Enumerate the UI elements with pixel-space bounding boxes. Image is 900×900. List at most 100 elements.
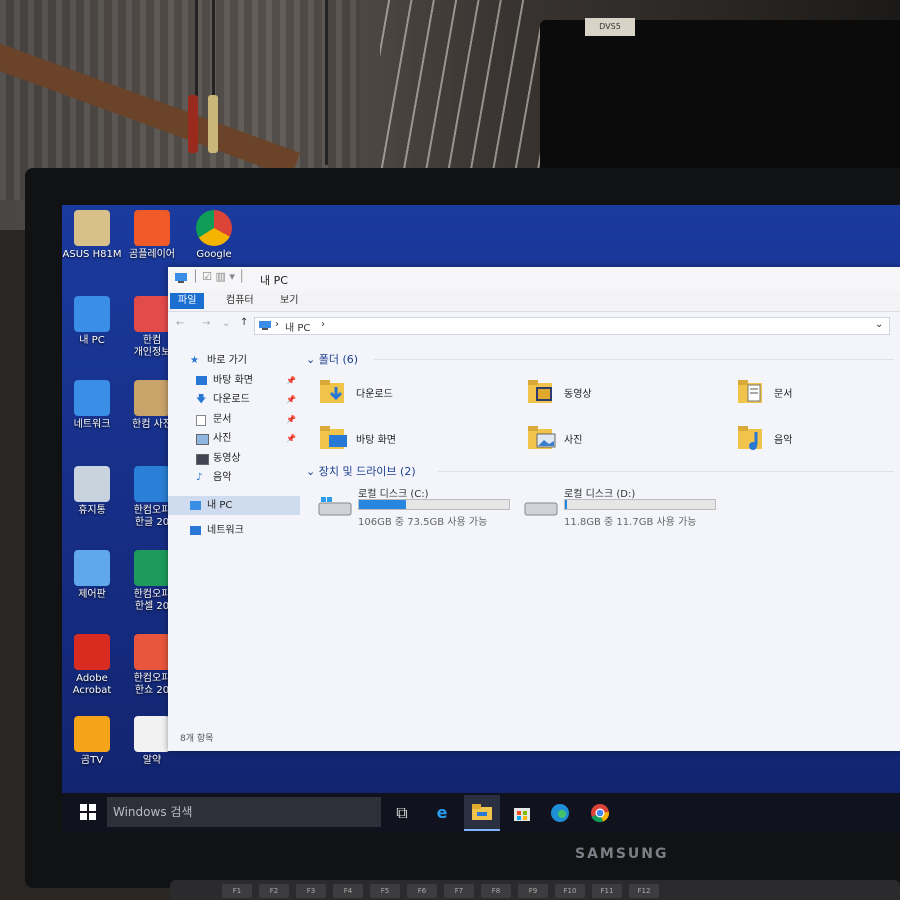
hancom-hangul-icon bbox=[134, 466, 170, 502]
cable bbox=[195, 0, 198, 100]
chevron-right-icon: › bbox=[321, 319, 325, 330]
divider bbox=[374, 359, 894, 360]
desktop-shortcut[interactable]: 네트워크 bbox=[62, 380, 122, 431]
keyboard-key: F1 bbox=[222, 884, 252, 898]
drive-name: 로컬 디스크 (D:) bbox=[564, 489, 636, 500]
computer-icon bbox=[175, 273, 187, 283]
keyboard-key: F6 bbox=[407, 884, 437, 898]
window-title: 내 PC bbox=[260, 274, 288, 287]
chevron-down-icon[interactable]: ⌄ bbox=[222, 318, 230, 329]
recycle-bin-icon bbox=[74, 466, 110, 502]
chrome-icon[interactable] bbox=[586, 799, 614, 827]
desktop-shortcut[interactable]: ASUS H81M bbox=[62, 210, 122, 261]
taskbar-search-box[interactable]: Windows 검색 bbox=[107, 797, 381, 827]
store-icon[interactable] bbox=[508, 799, 536, 827]
folder-item[interactable]: 동영상 bbox=[526, 373, 716, 413]
back-icon[interactable]: ← bbox=[176, 318, 184, 329]
folder-name: 바탕 화면 bbox=[356, 435, 396, 446]
nav-desktop[interactable]: 바탕 화면 📌 bbox=[168, 371, 300, 391]
nav-label: 다운로드 bbox=[213, 394, 250, 405]
folder-item[interactable]: 바탕 화면 bbox=[318, 419, 508, 459]
computer-icon bbox=[259, 321, 271, 330]
up-icon[interactable]: ↑ bbox=[240, 317, 248, 328]
nav-quick-access[interactable]: ★ 바로 가기 bbox=[168, 351, 300, 371]
nav-label: 바로 가기 bbox=[207, 355, 247, 366]
address-text: 내 PC bbox=[285, 323, 311, 334]
folder-item[interactable]: 문서 bbox=[736, 373, 900, 413]
hard-drive-icon bbox=[318, 497, 352, 516]
address-bar[interactable]: › 내 PC › ⌄ bbox=[254, 317, 890, 335]
network-icon bbox=[74, 380, 110, 416]
nav-videos[interactable]: 동영상 bbox=[168, 449, 300, 469]
download-icon: 🡇 bbox=[196, 394, 207, 405]
folder-item[interactable]: 음악 bbox=[736, 419, 900, 459]
folders-header[interactable]: ⌄ 폴더 (6) bbox=[306, 351, 358, 367]
file-explorer-taskbar-icon[interactable] bbox=[464, 795, 500, 831]
folder-item[interactable]: 다운로드 bbox=[318, 373, 508, 413]
cable bbox=[212, 0, 215, 100]
windows-start-icon[interactable] bbox=[80, 804, 96, 820]
desktop-shortcut[interactable]: 제어판 bbox=[62, 550, 122, 601]
videos-folder-icon bbox=[528, 380, 552, 403]
desktop-shortcut[interactable]: Google bbox=[184, 210, 244, 261]
computer-icon bbox=[190, 500, 201, 510]
task-view-icon[interactable]: ⧉ bbox=[388, 799, 416, 827]
asus-icon bbox=[74, 210, 110, 246]
ribbon-tabs: 파일 컴퓨터 보기 bbox=[168, 291, 900, 312]
drive-usage-fill bbox=[565, 500, 567, 509]
edge-icon[interactable] bbox=[546, 799, 574, 827]
nav-label: 음악 bbox=[213, 472, 232, 483]
pictures-folder-icon bbox=[528, 426, 556, 449]
hancom-hancell-icon bbox=[134, 550, 170, 586]
monitor-brand: SAMSUNG bbox=[575, 846, 669, 862]
nav-documents[interactable]: 문서 📌 bbox=[168, 410, 300, 430]
hancom-hanshow-icon bbox=[134, 634, 170, 670]
drive-usage-bar bbox=[564, 499, 716, 510]
second-monitor bbox=[540, 20, 900, 170]
pin-icon: 📌 bbox=[286, 375, 296, 385]
pin-icon: 📌 bbox=[286, 395, 296, 404]
desktop-shortcut[interactable]: 내 PC bbox=[62, 296, 122, 347]
nav-downloads[interactable]: 🡇 다운로드 📌 bbox=[168, 390, 300, 410]
navigation-pane: ★ 바로 가기 바탕 화면 📌 🡇 다운로드 📌 문서 📌 사진 📌 동영상 ♪ 음악 내 … bbox=[168, 351, 300, 731]
nav-label: 바탕 화면 bbox=[213, 374, 253, 386]
nav-label: 사진 bbox=[213, 433, 232, 444]
tab-file[interactable]: 파일 bbox=[170, 293, 205, 309]
folder-name: 음악 bbox=[774, 435, 793, 446]
nav-music[interactable]: ♪ 음악 bbox=[168, 468, 300, 488]
tab-view[interactable]: 보기 bbox=[272, 293, 306, 309]
forward-icon[interactable]: → bbox=[202, 318, 210, 329]
desktop-icon bbox=[196, 375, 207, 385]
desktop-shortcut-label: Google bbox=[196, 249, 232, 260]
nav-network[interactable]: 네트워크 bbox=[168, 521, 300, 541]
folder-name: 문서 bbox=[774, 389, 793, 400]
drive-item[interactable]: 로컬 디스크 (D:) 11.8GB 중 11.7GB 사용 가능 bbox=[524, 483, 724, 528]
downloads-folder-icon bbox=[320, 380, 344, 403]
tab-computer[interactable]: 컴퓨터 bbox=[218, 293, 262, 309]
drive-item[interactable]: 로컬 디스크 (C:) 106GB 중 73.5GB 사용 가능 bbox=[318, 483, 518, 528]
keyboard-key: F12 bbox=[629, 884, 659, 898]
desktop-shortcut-label: 내 PC bbox=[79, 335, 105, 346]
desktop-shortcut[interactable]: 휴지통 bbox=[62, 466, 122, 517]
quick-access-toolbar[interactable]: │ ☑ ▥ ▾ │ bbox=[192, 270, 245, 283]
drive-usage-fill bbox=[359, 500, 406, 509]
folder-item[interactable]: 사진 bbox=[526, 419, 716, 459]
desktop-shortcut-label: 제어판 bbox=[78, 589, 106, 600]
alyac-icon bbox=[134, 716, 170, 752]
desktop-shortcut[interactable]: 곰TV bbox=[62, 716, 122, 767]
drive-usage-bar bbox=[358, 499, 510, 510]
taskbar: Windows 검색 ⧉ e bbox=[62, 793, 900, 833]
dropdown-icon[interactable]: ⌄ bbox=[875, 319, 883, 330]
nav-pictures[interactable]: 사진 📌 bbox=[168, 429, 300, 449]
nav-this-pc[interactable]: 내 PC bbox=[168, 495, 300, 515]
nav-label: 동영상 bbox=[213, 452, 241, 464]
picture-icon bbox=[196, 434, 209, 445]
edge-legacy-icon[interactable]: e bbox=[428, 799, 456, 827]
desktop-shortcut[interactable]: Adobe Acrobat bbox=[62, 634, 122, 697]
desktop-shortcut-label: 네트워크 bbox=[73, 419, 111, 430]
desktop-shortcut[interactable]: 곰플레이어 bbox=[122, 210, 182, 261]
rca-red-plug bbox=[188, 95, 198, 153]
drives-header[interactable]: ⌄ 장치 및 드라이브 (2) bbox=[306, 463, 416, 479]
keyboard-key: F2 bbox=[259, 884, 289, 898]
desktop-shortcut-label: ASUS H81M bbox=[62, 249, 122, 260]
